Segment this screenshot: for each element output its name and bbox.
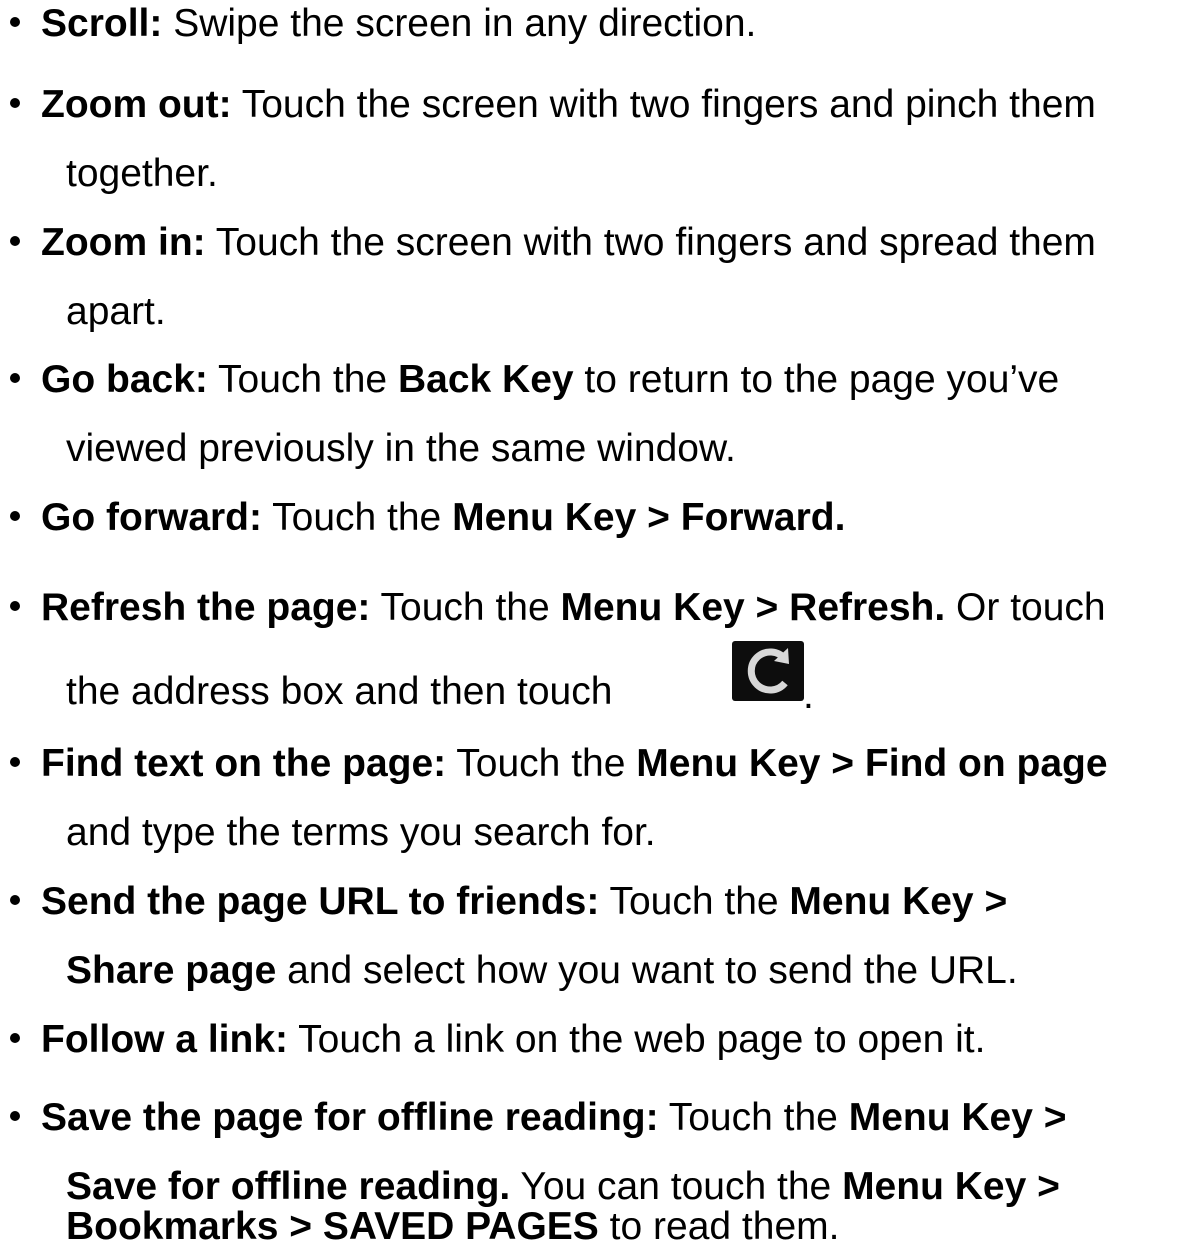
bullet — [10, 494, 41, 542]
desc-go-forward: Touch the — [262, 496, 453, 539]
desc-zoom-in: Touch the screen with two fingers and sp… — [205, 221, 1096, 264]
list-item-zoom-out-cont: together. — [0, 150, 218, 198]
bullet — [10, 81, 41, 129]
desc-send-url-cont: and select how you want to send the URL. — [276, 949, 1018, 992]
key-menu-send: Menu Key > — [789, 880, 1008, 923]
desc-refresh: Touch the — [370, 586, 561, 629]
desc-send-url: Touch the — [599, 880, 790, 923]
term-scroll: Scroll: — [41, 2, 163, 45]
list-item-go-forward: Go forward: Touch the Menu Key > Forward… — [0, 494, 845, 542]
key-back: Back Key — [397, 358, 574, 401]
bullet — [10, 584, 41, 632]
key-save-offline: Save for offline reading. — [66, 1165, 511, 1208]
desc-save-offline-end: to read them. — [598, 1205, 840, 1248]
desc-follow-link: Touch a link on the web page to open it. — [288, 1018, 986, 1061]
list-item-save-offline-cont2: Bookmarks > SAVED PAGES to read them. — [0, 1203, 839, 1251]
term-send-url: Send the page URL to friends: — [41, 880, 600, 923]
key-menu-refresh: Menu Key > Refresh. — [560, 586, 946, 629]
term-follow-link: Follow a link: — [41, 1018, 289, 1061]
list-item-zoom-out: Zoom out: Touch the screen with two fing… — [0, 81, 1096, 129]
key-menu-save: Menu Key > — [848, 1096, 1067, 1139]
list-item-go-back: Go back: Touch the Back Key to return to… — [0, 356, 1059, 404]
desc-zoom-in-cont: apart. — [66, 290, 166, 333]
instruction-list: Scroll: Swipe the screen in any directio… — [0, 0, 1181, 1251]
key-share-page: Share page — [66, 949, 277, 992]
desc-go-back: Touch the — [207, 358, 398, 401]
key-menu-bookmarks: Menu Key > — [842, 1165, 1060, 1208]
term-zoom-in: Zoom in: — [41, 221, 206, 264]
list-item-zoom-in-cont: apart. — [0, 288, 166, 336]
list-item-go-back-cont: viewed previously in the same window. — [0, 425, 736, 473]
refresh-icon — [732, 641, 804, 701]
list-item-follow-link: Follow a link: Touch a link on the web p… — [0, 1016, 985, 1064]
bullet — [10, 740, 41, 788]
desc-find-text: Touch the — [446, 742, 637, 785]
desc-go-back-end: to return to the page you’ve — [573, 358, 1060, 401]
term-refresh: Refresh the page: — [41, 586, 371, 629]
term-go-forward: Go forward: — [41, 496, 262, 539]
list-item-save-offline: Save the page for offline reading: Touch… — [0, 1094, 1067, 1142]
key-saved-pages: Bookmarks > SAVED PAGES — [66, 1205, 599, 1248]
desc-find-text-cont: and type the terms you search for. — [66, 811, 656, 854]
key-menu-find: Menu Key > Find on page — [636, 742, 1108, 785]
list-item-send-url-cont: Share page and select how you want to se… — [0, 947, 1018, 995]
bullet — [10, 1016, 41, 1064]
term-find-text: Find text on the page: — [41, 742, 447, 785]
list-item-find-text-cont: and type the terms you search for. — [0, 809, 656, 857]
list-item-zoom-in: Zoom in: Touch the screen with two finge… — [0, 219, 1096, 267]
term-go-back: Go back: — [41, 358, 208, 401]
bullet — [10, 219, 41, 267]
desc-zoom-out-cont: together. — [66, 152, 218, 195]
desc-save-offline: Touch the — [658, 1096, 849, 1139]
refresh-period: . — [803, 674, 814, 717]
desc-refresh-cont: the address box and then touch — [66, 670, 613, 713]
desc-zoom-out: Touch the screen with two fingers and pi… — [231, 83, 1096, 126]
term-save-offline: Save the page for offline reading: — [41, 1096, 659, 1139]
term-zoom-out: Zoom out: — [41, 83, 232, 126]
list-item-send-url: Send the page URL to friends: Touch the … — [0, 878, 1007, 926]
bullet — [10, 1094, 41, 1142]
key-menu-forward: Menu Key > Forward. — [452, 496, 846, 539]
list-item-refresh-cont: the address box and then touch — [0, 668, 612, 716]
bullet — [10, 0, 41, 48]
desc-go-back-cont: viewed previously in the same window. — [66, 427, 736, 470]
list-item-find-text: Find text on the page: Touch the Menu Ke… — [0, 740, 1108, 788]
list-item-scroll: Scroll: Swipe the screen in any directio… — [0, 0, 756, 48]
bullet — [10, 878, 41, 926]
list-item-refresh: Refresh the page: Touch the Menu Key > R… — [0, 584, 1106, 632]
bullet — [10, 356, 41, 404]
desc-refresh-end: Or touch — [945, 586, 1106, 629]
desc-save-offline-cont: You can touch the — [510, 1165, 843, 1208]
desc-scroll: Swipe the screen in any direction. — [162, 2, 757, 45]
